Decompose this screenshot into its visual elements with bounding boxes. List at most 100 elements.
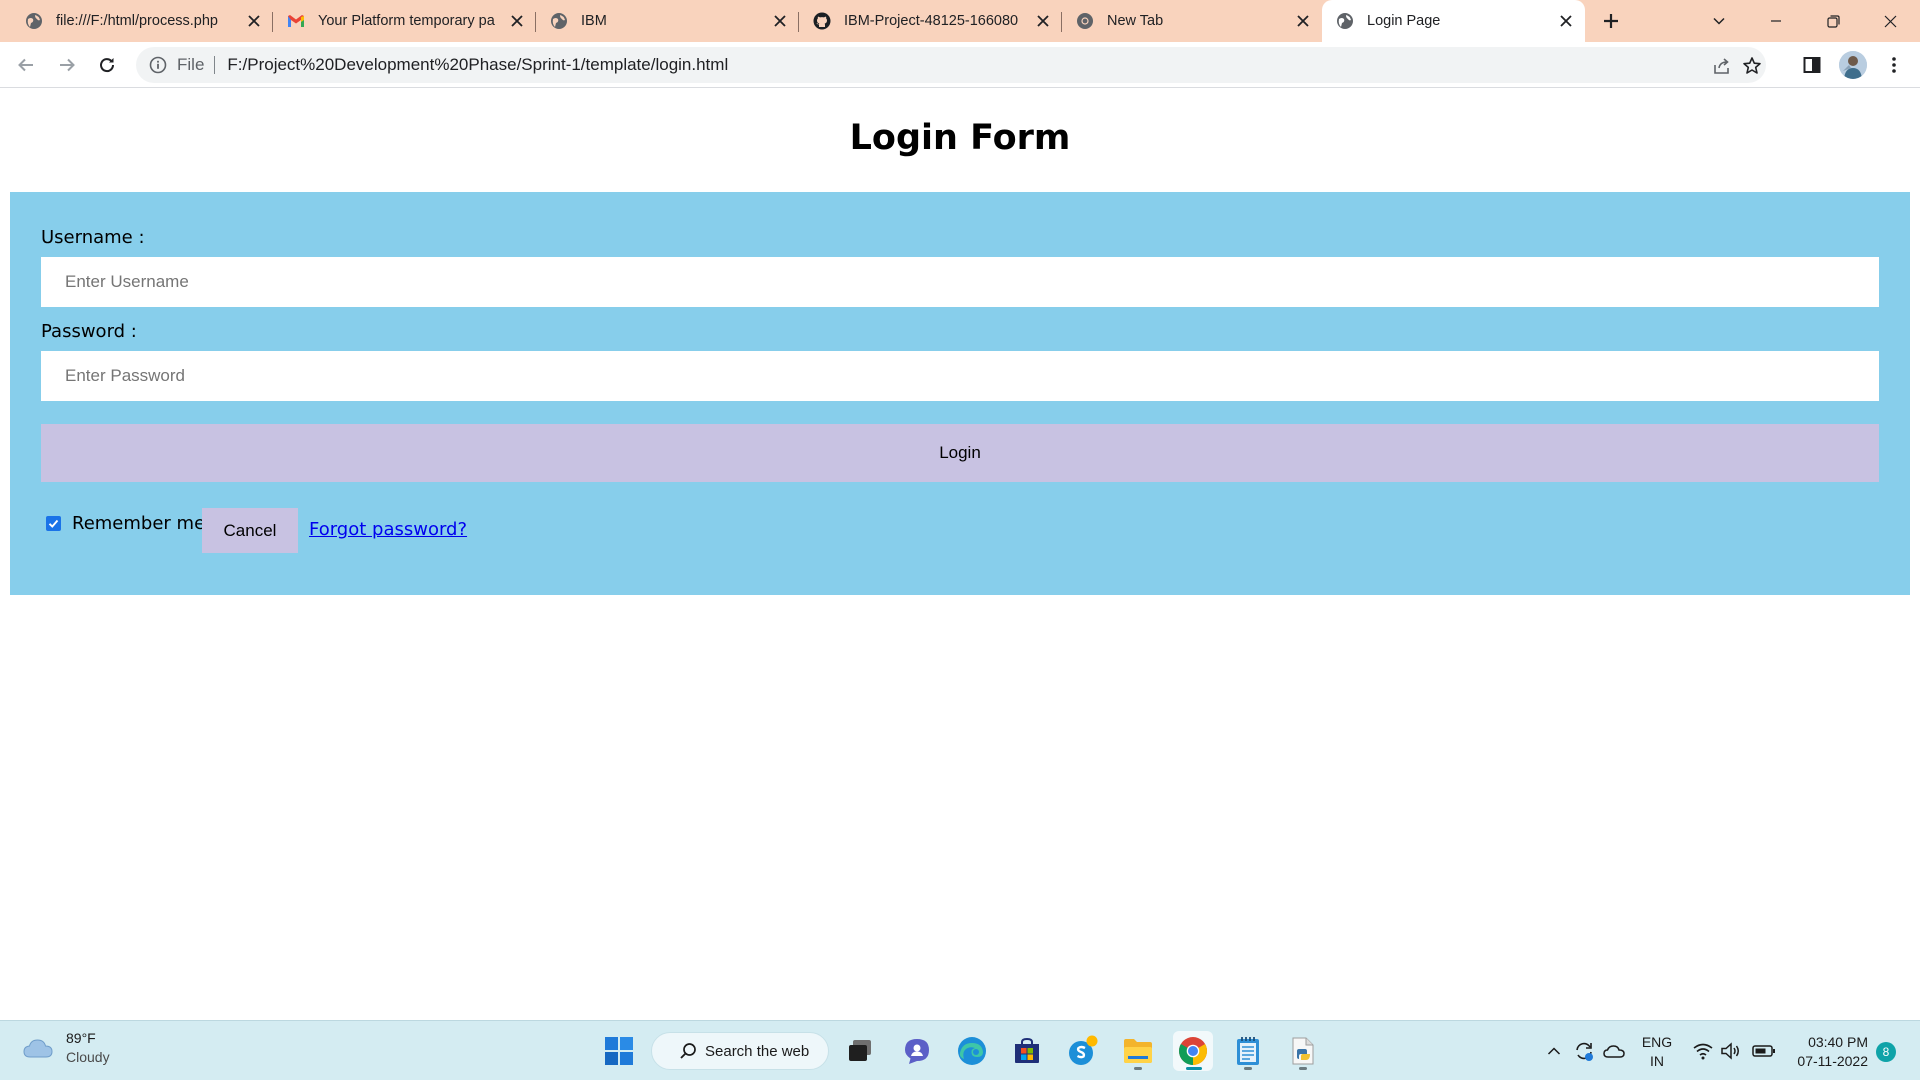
username-input[interactable] [41, 257, 1879, 307]
store-icon [1015, 1037, 1039, 1063]
login-button[interactable]: Login [41, 424, 1879, 482]
tab-search-button[interactable] [1691, 0, 1747, 42]
tab-new-tab[interactable]: New Tab [1062, 0, 1322, 42]
arrow-right-icon [60, 58, 75, 72]
wifi-tray-icon[interactable] [1690, 1021, 1716, 1081]
gmail-icon [287, 12, 305, 30]
avatar[interactable] [1839, 51, 1867, 79]
url-scheme: File [177, 55, 205, 74]
language-indicator[interactable]: ENG IN [1640, 1033, 1674, 1071]
tab-title: Login Page [1367, 13, 1441, 29]
taskbar-search[interactable]: Search the web [651, 1032, 829, 1070]
close-tab-icon[interactable] [244, 11, 264, 31]
task-view-icon [849, 1040, 871, 1061]
close-tab-icon[interactable] [1293, 11, 1313, 31]
clock-time: 03:40 PM [1808, 1034, 1868, 1050]
close-icon [1884, 15, 1896, 27]
tab-title: IBM [581, 13, 607, 29]
reload-button[interactable] [91, 49, 123, 81]
url-text[interactable]: F:/Project%20Development%20Phase/Sprint-… [227, 55, 728, 75]
file-explorer-icon [1124, 1039, 1152, 1063]
search-icon [680, 1043, 696, 1059]
cloud-icon [23, 1039, 53, 1058]
bookmark-star-icon[interactable] [1742, 56, 1762, 76]
tab-title: file:///F:/html/process.php [56, 13, 218, 29]
running-indicator [1244, 1067, 1252, 1070]
chrome-button[interactable] [1173, 1031, 1213, 1071]
globe-icon [25, 12, 43, 30]
onedrive-tray-icon[interactable] [1601, 1021, 1627, 1081]
username-label: Username : [41, 227, 145, 248]
weather-temp: 89°F [66, 1030, 96, 1046]
tab-gmail[interactable]: Your Platform temporary pa [273, 0, 536, 42]
browser-toolbar: File F:/Project%20Development%20Phase/Sp… [0, 42, 1920, 88]
close-tab-icon[interactable] [507, 11, 527, 31]
windows-start-button[interactable] [599, 1031, 639, 1071]
wifi-icon [1693, 1043, 1713, 1060]
restore-icon [1826, 14, 1840, 28]
store-button[interactable] [1007, 1031, 1047, 1071]
close-tab-icon[interactable] [1556, 11, 1576, 31]
language-line2: IN [1650, 1053, 1664, 1069]
chevron-up-icon [1547, 1047, 1561, 1055]
new-tab-button[interactable] [1597, 9, 1625, 33]
tab-strip: file:///F:/html/process.php Your Platfor… [0, 0, 1920, 42]
battery-tray-icon[interactable] [1750, 1021, 1778, 1081]
sync-tray-icon[interactable] [1571, 1021, 1597, 1081]
weather-condition: Cloudy [66, 1049, 110, 1065]
search-label: Search the web [705, 1042, 810, 1060]
teams-chat-button[interactable] [897, 1031, 937, 1071]
url-divider [214, 56, 216, 74]
file-explorer-button[interactable] [1118, 1031, 1158, 1071]
address-bar[interactable]: File F:/Project%20Development%20Phase/Sp… [136, 47, 1766, 83]
running-indicator [1134, 1067, 1142, 1070]
onedrive-cloud-icon [1603, 1045, 1625, 1058]
tab-process-php[interactable]: file:///F:/html/process.php [0, 0, 273, 42]
side-panel-icon[interactable] [1800, 53, 1824, 77]
login-form: Username : Password : Login Remember me … [10, 192, 1910, 595]
battery-icon [1752, 1045, 1775, 1057]
edge-button[interactable] [952, 1031, 992, 1071]
running-indicator [1299, 1067, 1307, 1070]
speaker-icon [1721, 1042, 1739, 1060]
tab-ibm[interactable]: IBM [536, 0, 799, 42]
windows-start-icon [605, 1037, 633, 1065]
volume-tray-icon[interactable] [1718, 1021, 1744, 1081]
github-icon [813, 12, 831, 30]
python-button[interactable] [1283, 1031, 1323, 1071]
tab-title: IBM-Project-48125-166080 [844, 13, 1019, 29]
remember-me-checkbox[interactable] [46, 516, 61, 531]
task-view-button[interactable] [840, 1031, 880, 1071]
notepad-button[interactable] [1228, 1031, 1268, 1071]
minimize-button[interactable] [1748, 0, 1804, 42]
back-button[interactable] [10, 49, 42, 81]
clock[interactable]: 03:40 PM 07-11-2022 [1788, 1033, 1868, 1071]
password-input[interactable] [41, 351, 1879, 401]
notification-badge[interactable]: 8 [1876, 1042, 1896, 1062]
chrome-icon [1179, 1037, 1207, 1065]
reload-icon [100, 58, 115, 73]
globe-icon [1336, 12, 1354, 30]
checkmark-icon [48, 519, 59, 528]
info-icon[interactable] [149, 56, 167, 74]
skype-button[interactable] [1063, 1031, 1103, 1071]
chevron-down-icon [1713, 17, 1725, 25]
remember-me-label[interactable]: Remember me [72, 513, 205, 534]
password-label: Password : [41, 321, 137, 342]
sync-icon [1576, 1042, 1593, 1061]
share-icon[interactable] [1712, 56, 1732, 76]
close-tab-icon[interactable] [1033, 11, 1053, 31]
plus-icon [1604, 14, 1618, 28]
cancel-button[interactable]: Cancel [202, 508, 298, 553]
weather-widget[interactable]: 89°F Cloudy [22, 1029, 110, 1067]
show-hidden-icons-button[interactable] [1543, 1021, 1565, 1081]
close-window-button[interactable] [1862, 0, 1918, 42]
kebab-menu-icon[interactable] [1882, 53, 1906, 77]
forgot-password-link[interactable]: Forgot password? [309, 519, 467, 540]
close-tab-icon[interactable] [770, 11, 790, 31]
clock-date: 07-11-2022 [1797, 1053, 1868, 1069]
tab-github[interactable]: IBM-Project-48125-166080 [799, 0, 1062, 42]
restore-button[interactable] [1805, 0, 1861, 42]
tab-login-page[interactable]: Login Page [1322, 0, 1585, 42]
forward-button[interactable] [51, 49, 83, 81]
